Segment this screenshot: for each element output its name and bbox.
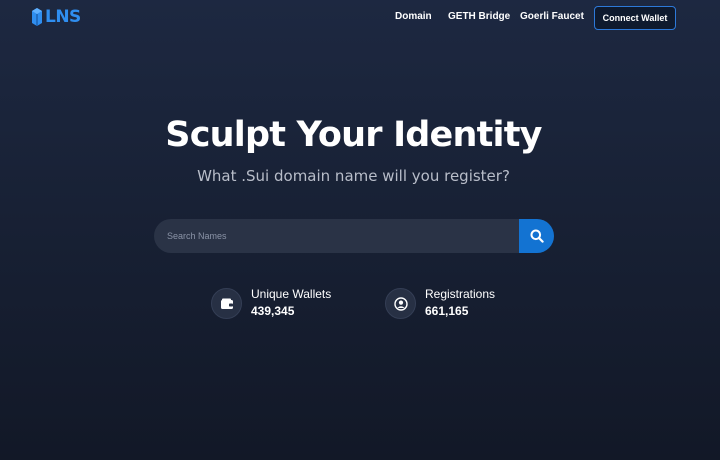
stat-text: Unique Wallets 439,345 (251, 287, 331, 320)
wallet-icon (220, 298, 233, 309)
stat-icon-wrapper (385, 288, 416, 319)
hero-title: Sculpt Your Identity (165, 115, 542, 155)
search-icon (530, 229, 544, 243)
stat-value: 661,165 (425, 304, 469, 318)
stat-label: Registrations (425, 287, 496, 301)
hero-subtitle: What .Sui domain name will you register? (197, 167, 510, 185)
brand-name: LNS (45, 7, 81, 27)
lns-logo-icon (32, 8, 42, 26)
user-circle-icon (393, 296, 408, 311)
search-bar (154, 219, 554, 253)
stat-icon-wrapper (211, 288, 242, 319)
top-nav: LNS Domain GETH Bridge Goerli Faucet Con… (0, 0, 720, 34)
stat-registrations: Registrations 661,165 (385, 287, 495, 320)
stat-text: Registrations 661,165 (425, 287, 495, 320)
nav-link-domain[interactable]: Domain (395, 11, 432, 22)
brand-logo[interactable]: LNS (31, 6, 81, 28)
nav-link-geth-bridge[interactable]: GETH Bridge (448, 11, 510, 22)
stat-unique-wallets: Unique Wallets 439,345 (211, 287, 331, 320)
nav-link-goerli-faucet[interactable]: Goerli Faucet (520, 11, 584, 22)
search-button[interactable] (519, 219, 554, 253)
search-input[interactable] (154, 219, 518, 253)
stat-label: Unique Wallets (251, 287, 332, 301)
stat-value: 439,345 (251, 304, 295, 318)
connect-wallet-button[interactable]: Connect Wallet (594, 6, 676, 30)
